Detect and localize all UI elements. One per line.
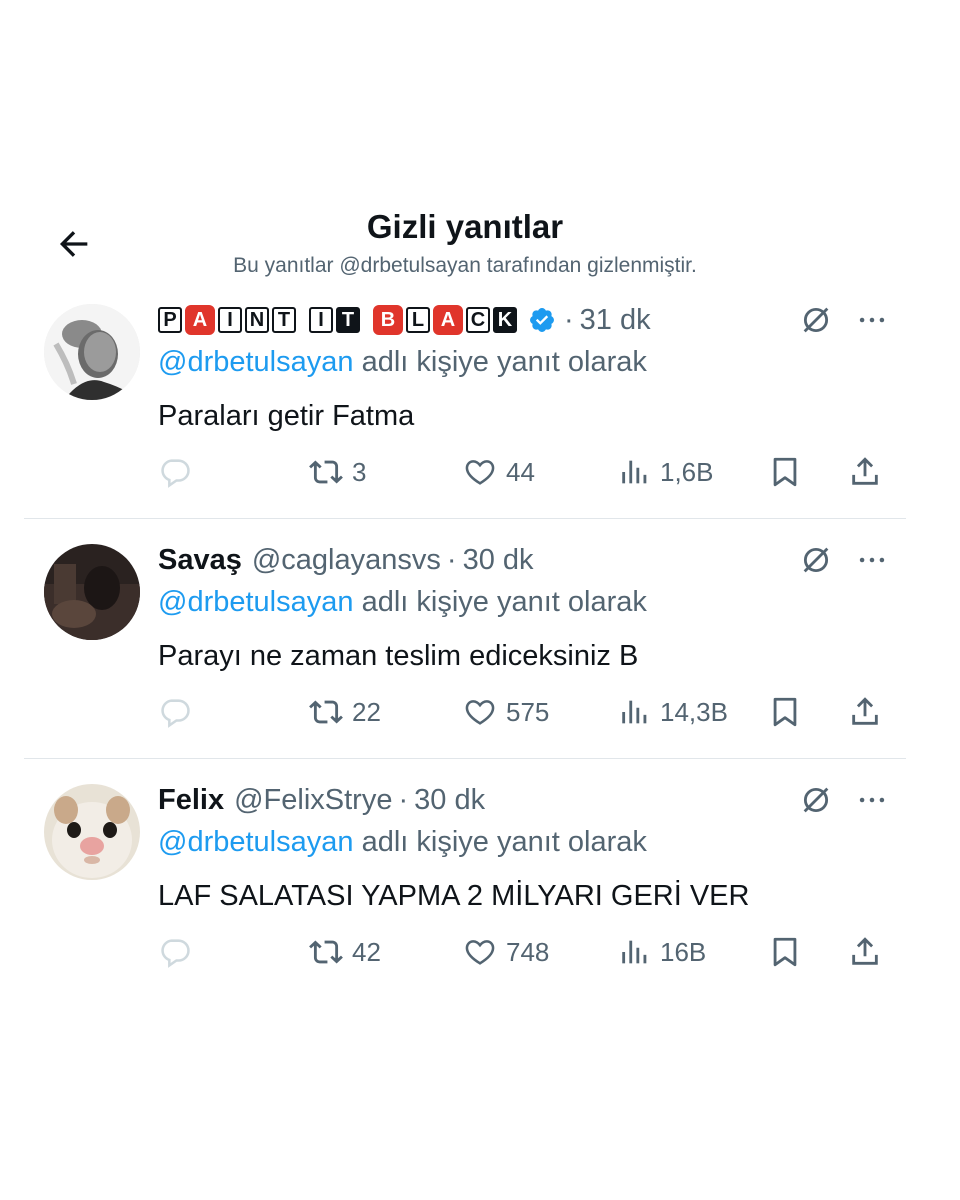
retweet-button[interactable]: 42 <box>308 930 381 974</box>
tweet-header: Savaş @caglayansvs · 30 dk <box>158 543 534 577</box>
action-bar: 42 748 16B <box>24 930 906 974</box>
reply-icon <box>158 455 192 489</box>
reply-context: @drbetulsayan adlı kişiye yanıt olarak <box>158 346 647 378</box>
tweet-text: LAF SALATASI YAPMA 2 MİLYARI GERİ VER <box>158 880 750 912</box>
display-name[interactable]: Savaş <box>158 544 242 577</box>
handle[interactable]: @caglayansvs <box>252 544 441 577</box>
action-bar: 22 575 14,3B <box>24 690 906 734</box>
timestamp[interactable]: 30 dk <box>463 544 534 577</box>
avatar[interactable] <box>44 544 140 640</box>
mention-link[interactable]: @drbetulsayan <box>158 826 354 858</box>
timestamp[interactable]: 31 dk <box>580 304 651 337</box>
bookmark-icon <box>768 695 802 729</box>
like-icon <box>462 455 498 489</box>
display-name[interactable]: Felix <box>158 784 224 817</box>
like-icon <box>462 935 498 969</box>
tweet[interactable]: Felix @FelixStrye · 30 dk @drbetulsayan … <box>24 780 906 1020</box>
tweet[interactable]: PAINTITBLACK · 31 dk @drbetulsayan adlı … <box>24 300 906 540</box>
divider <box>24 518 906 519</box>
views-button[interactable]: 14,3B <box>618 690 728 734</box>
bookmark-button[interactable] <box>768 930 802 974</box>
hide-reply-icon[interactable] <box>796 780 836 820</box>
display-name[interactable]: PAINTITBLACK <box>158 305 520 335</box>
mention-link[interactable]: @drbetulsayan <box>158 346 354 378</box>
more-icon[interactable] <box>852 540 892 580</box>
tweet-header: PAINTITBLACK · 31 dk <box>158 300 651 340</box>
divider <box>24 758 906 759</box>
views-button[interactable]: 1,6B <box>618 450 714 494</box>
tweet[interactable]: Savaş @caglayansvs · 30 dk @drbetulsayan… <box>24 540 906 780</box>
share-icon <box>848 935 882 969</box>
action-bar: 3 44 1,6B <box>24 450 906 494</box>
like-button[interactable]: 44 <box>462 450 535 494</box>
views-button[interactable]: 16B <box>618 930 706 974</box>
tweet-text: Parayı ne zaman teslim ediceksiniz B <box>158 640 639 672</box>
reply-icon <box>158 695 192 729</box>
views-icon <box>618 935 652 969</box>
share-button[interactable] <box>848 930 882 974</box>
bookmark-icon <box>768 935 802 969</box>
retweet-icon <box>308 935 344 969</box>
retweet-button[interactable]: 3 <box>308 450 366 494</box>
views-icon <box>618 455 652 489</box>
retweet-icon <box>308 455 344 489</box>
share-icon <box>848 455 882 489</box>
share-icon <box>848 695 882 729</box>
handle[interactable]: @FelixStrye <box>234 784 392 817</box>
retweet-icon <box>308 695 344 729</box>
tweet-header: Felix @FelixStrye · 30 dk <box>158 783 486 817</box>
page-subtitle: Bu yanıtlar @drbetulsayan tarafından giz… <box>233 254 697 277</box>
like-button[interactable]: 748 <box>462 930 549 974</box>
share-button[interactable] <box>848 690 882 734</box>
reply-icon <box>158 935 192 969</box>
reply-context: @drbetulsayan adlı kişiye yanıt olarak <box>158 586 647 618</box>
bookmark-button[interactable] <box>768 690 802 734</box>
share-button[interactable] <box>848 450 882 494</box>
avatar[interactable] <box>44 784 140 880</box>
retweet-button[interactable]: 22 <box>308 690 381 734</box>
like-button[interactable]: 575 <box>462 690 549 734</box>
more-icon[interactable] <box>852 300 892 340</box>
tweet-text: Paraları getir Fatma <box>158 400 415 432</box>
more-icon[interactable] <box>852 780 892 820</box>
reply-button[interactable] <box>158 690 192 734</box>
page-title: Gizli yanıtlar <box>366 208 564 245</box>
timestamp[interactable]: 30 dk <box>414 784 485 817</box>
bookmark-icon <box>768 455 802 489</box>
reply-context: @drbetulsayan adlı kişiye yanıt olarak <box>158 826 647 858</box>
mention-link[interactable]: @drbetulsayan <box>158 586 354 618</box>
like-icon <box>462 695 498 729</box>
avatar[interactable] <box>44 304 140 400</box>
reply-button[interactable] <box>158 450 192 494</box>
bookmark-button[interactable] <box>768 450 802 494</box>
hide-reply-icon[interactable] <box>796 300 836 340</box>
views-icon <box>618 695 652 729</box>
verified-badge-icon <box>528 306 556 334</box>
reply-button[interactable] <box>158 930 192 974</box>
hide-reply-icon[interactable] <box>796 540 836 580</box>
